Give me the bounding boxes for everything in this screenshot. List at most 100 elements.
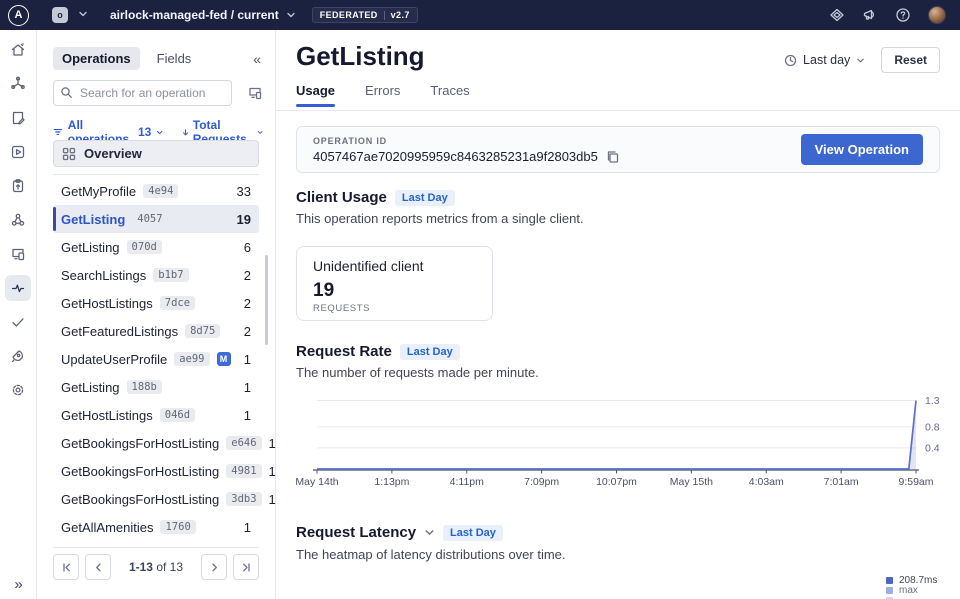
sidebar-item-checks[interactable] — [5, 309, 31, 335]
operations-list: GetMyProfile 4e94 33 GetListing 4057 19 … — [53, 177, 259, 541]
heatmap-legend-swatch-mid — [886, 587, 893, 594]
operation-count: 2 — [244, 324, 251, 339]
request-rate-chart: 1.30.80.4May 14th1:13pm4:11pm7:09pm10:07… — [296, 392, 940, 488]
federation-badge-type: FEDERATED — [320, 10, 378, 20]
copy-icon[interactable] — [606, 150, 619, 163]
sidebar-rail: » — [0, 30, 37, 599]
operation-row[interactable]: GetHostListings 7dce 2 — [53, 289, 259, 317]
operation-hash: 7dce — [160, 296, 195, 310]
clock-icon — [784, 54, 797, 67]
operation-count: 1 — [269, 436, 276, 451]
sidebar-item-changelog[interactable] — [5, 173, 31, 199]
svg-text:7:09pm: 7:09pm — [524, 476, 559, 488]
subgraphs-icon — [10, 212, 26, 228]
tab-usage[interactable]: Usage — [296, 83, 335, 107]
clients-filter-icon[interactable] — [247, 85, 263, 101]
operation-hash: 3db3 — [226, 492, 261, 506]
sidebar-item-insights[interactable] — [5, 275, 31, 301]
operation-row[interactable]: UpdateUserProfile ae99 M 1 — [53, 345, 259, 373]
operation-row[interactable]: GetFeaturedListings 8d75 2 — [53, 317, 259, 345]
search-input[interactable] — [53, 80, 232, 106]
pagination: 1-13 of 13 — [53, 554, 259, 580]
svg-text:4:11pm: 4:11pm — [450, 476, 484, 488]
panel-collapse-icon[interactable]: « — [253, 51, 261, 67]
sidebar-item-subgraphs[interactable] — [5, 207, 31, 233]
operation-row[interactable]: GetBookingsForHostListing e646 1 — [53, 429, 259, 457]
operation-hash: 188b — [127, 380, 162, 394]
operation-hash: 4057 — [132, 212, 167, 226]
page-title: GetListing — [296, 41, 425, 72]
operation-row[interactable]: GetHostListings 046d 1 — [53, 401, 259, 429]
operation-hash: ae99 — [174, 352, 209, 366]
operation-row[interactable]: GetBookingsForHostListing 4981 1 — [53, 457, 259, 485]
client-request-unit: REQUESTS — [313, 303, 476, 314]
apollo-logo-icon[interactable]: A — [8, 5, 29, 26]
reset-button[interactable]: Reset — [881, 47, 940, 73]
graph-selector[interactable]: airlock-managed-fed / current — [110, 8, 296, 22]
sort-chevron-down-icon — [257, 128, 263, 137]
latency-chevron-down-icon[interactable] — [424, 527, 435, 538]
operation-name: GetBookingsForHostListing — [61, 436, 219, 451]
sidebar-item-graph[interactable] — [5, 71, 31, 97]
help-icon[interactable] — [895, 7, 911, 23]
operation-row[interactable]: GetListing 4057 19 — [53, 205, 259, 233]
main-content: GetListing Last day Reset Usage Errors T… — [276, 30, 960, 599]
operation-hash: 070d — [127, 240, 162, 254]
org-avatar[interactable]: o — [52, 7, 68, 23]
operation-row[interactable]: GetListing 188b 1 — [53, 373, 259, 401]
request-latency-lastday-badge: Last Day — [443, 525, 503, 541]
operation-row[interactable]: SearchListings b1b7 2 — [53, 261, 259, 289]
heatmap-legend-swatch-max — [886, 577, 893, 584]
tab-traces[interactable]: Traces — [430, 83, 469, 107]
federation-badge-version: v2.7 — [391, 10, 410, 20]
overview-item[interactable]: Overview — [53, 140, 259, 167]
operation-name: GetHostListings — [61, 408, 153, 423]
filter-icon — [53, 126, 63, 138]
sidebar-item-schema[interactable] — [5, 105, 31, 131]
insights-pulse-icon — [10, 280, 26, 296]
graph-layers-icon[interactable] — [829, 7, 845, 23]
operations-panel: Operations Fields « — [37, 30, 276, 599]
list-scrollbar[interactable] — [265, 255, 268, 345]
operation-hash: 4e94 — [143, 184, 178, 198]
view-operation-button[interactable]: View Operation — [801, 134, 923, 165]
client-request-count: 19 — [313, 280, 476, 302]
sidebar-item-home[interactable] — [5, 37, 31, 63]
operation-name: UpdateUserProfile — [61, 352, 167, 367]
svg-text:1.3: 1.3 — [925, 395, 940, 407]
sidebar-expand-icon[interactable]: » — [0, 576, 37, 593]
operation-row[interactable]: GetMyProfile 4e94 33 — [53, 177, 259, 205]
time-range-dropdown[interactable]: Last day — [784, 53, 865, 67]
sidebar-item-settings[interactable] — [5, 377, 31, 403]
tab-operations[interactable]: Operations — [53, 47, 140, 70]
operation-row[interactable]: GetListing 070d 6 — [53, 233, 259, 261]
mutation-badge: M — [217, 352, 231, 366]
operation-hash: b1b7 — [153, 268, 188, 282]
tab-errors[interactable]: Errors — [365, 83, 400, 107]
graph-name-label: airlock-managed-fed / current — [110, 8, 279, 22]
tab-fields[interactable]: Fields — [148, 47, 201, 70]
overview-grid-icon — [62, 147, 76, 161]
sidebar-item-clients[interactable] — [5, 241, 31, 267]
operation-row[interactable]: GetAllAmenities 1760 1 — [53, 513, 259, 541]
operation-row[interactable]: GetBookingsForHostListing 3db3 1 — [53, 485, 259, 513]
last-page-button[interactable] — [233, 554, 259, 580]
panel-tabs: Operations Fields « — [53, 47, 261, 70]
announcements-megaphone-icon[interactable] — [862, 7, 878, 23]
badge-divider — [384, 11, 385, 20]
operation-count: 33 — [237, 184, 251, 199]
operation-count: 1 — [269, 464, 276, 479]
first-page-button[interactable] — [53, 554, 79, 580]
previous-page-button[interactable] — [85, 554, 111, 580]
org-chevron-down-icon[interactable] — [78, 6, 88, 24]
pagination-divider — [53, 547, 259, 548]
operation-count: 1 — [244, 408, 251, 423]
app-window: A o airlock-managed-fed / current FEDERA… — [0, 0, 960, 599]
sidebar-item-launches[interactable] — [5, 343, 31, 369]
operation-name: GetMyProfile — [61, 184, 136, 199]
operation-name: GetBookingsForHostListing — [61, 492, 219, 507]
sidebar-item-explorer[interactable] — [5, 139, 31, 165]
next-page-button[interactable] — [201, 554, 227, 580]
request-rate-description: The number of requests made per minute. — [296, 365, 539, 380]
user-avatar[interactable] — [928, 6, 946, 24]
